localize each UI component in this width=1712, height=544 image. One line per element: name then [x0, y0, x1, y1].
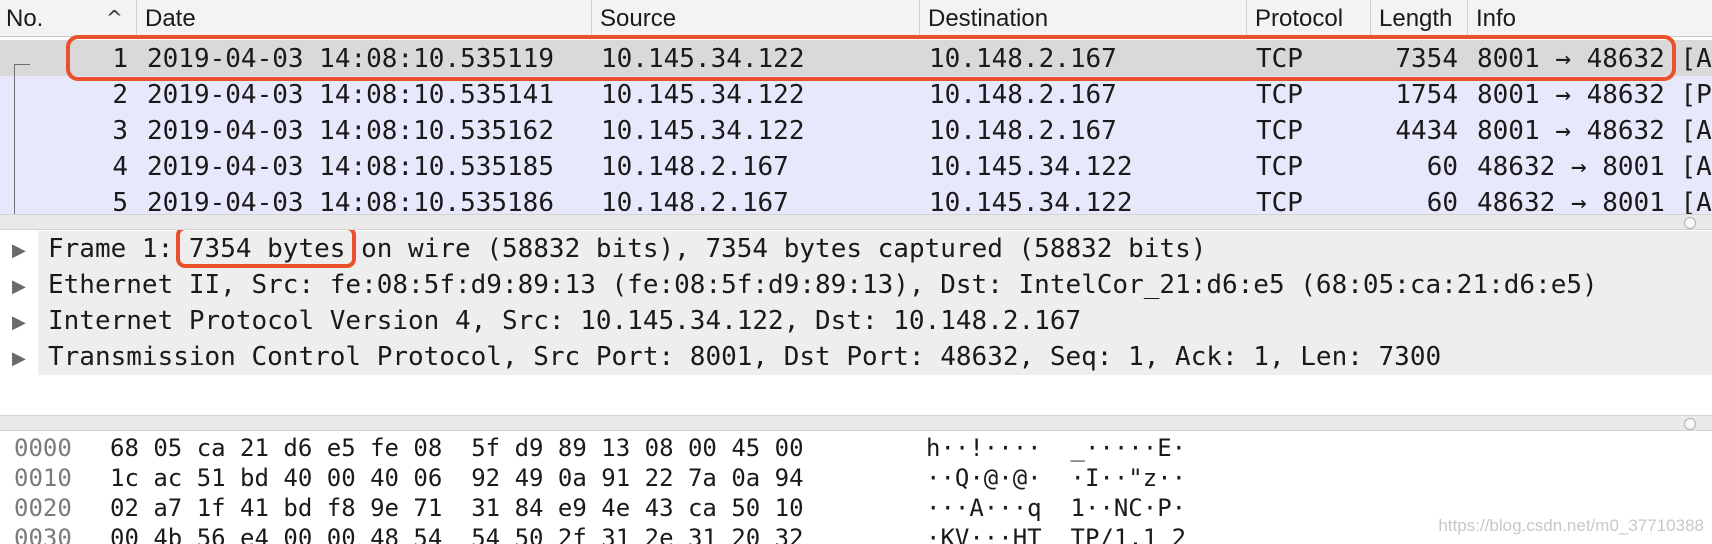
conversation-bracket-tick — [14, 64, 30, 65]
packet-details[interactable]: ▶ Frame 1: 7354 bytes on wire (58832 bit… — [0, 230, 1712, 415]
column-header-date[interactable]: Date — [136, 0, 591, 36]
packet-row[interactable]: 4 2019-04-03 14:08:10.535185 10.148.2.16… — [0, 148, 1712, 184]
packet-info: 8001 → 48632 [A — [1477, 116, 1712, 146]
packet-row[interactable]: 3 2019-04-03 14:08:10.535162 10.145.34.1… — [0, 112, 1712, 148]
hex-dump[interactable]: 0000 68 05 ca 21 d6 e5 fe 08 5f d9 89 13… — [0, 431, 1712, 544]
packet-destination: 10.148.2.167 — [929, 44, 1117, 74]
conversation-bracket-line — [14, 64, 15, 214]
hex-bytes: 1c ac 51 bd 40 00 40 06 92 49 0a 91 22 7… — [110, 464, 804, 492]
packet-date: 2019-04-03 14:08:10.535162 — [147, 116, 554, 146]
packet-info: 48632 → 8001 [A — [1477, 188, 1712, 214]
packet-length: 4434 — [1395, 116, 1458, 146]
packet-date: 2019-04-03 14:08:10.535141 — [147, 80, 554, 110]
frame-bytes: 7354 bytes — [188, 234, 346, 264]
packet-length: 60 — [1426, 152, 1458, 182]
pane-splitter[interactable] — [0, 214, 1712, 230]
hex-bytes: 00 4b 56 e4 00 00 48 54 54 50 2f 31 2e 3… — [110, 524, 804, 544]
chevron-up-icon[interactable]: ^ — [106, 6, 123, 30]
packet-row-selected[interactable]: 1 2019-04-03 14:08:10.535119 10.145.34.1… — [0, 40, 1712, 76]
packet-no: 2 — [112, 80, 128, 110]
packet-protocol: TCP — [1256, 116, 1303, 146]
packet-protocol: TCP — [1256, 44, 1303, 74]
packet-source: 10.145.34.122 — [601, 80, 805, 110]
packet-date: 2019-04-03 14:08:10.535185 — [147, 152, 554, 182]
expand-triangle-icon[interactable]: ▶ — [12, 348, 26, 369]
packet-protocol: TCP — [1256, 152, 1303, 182]
column-header-protocol[interactable]: Protocol — [1246, 0, 1370, 36]
packet-date: 2019-04-03 14:08:10.535119 — [147, 44, 554, 74]
pane-splitter[interactable] — [0, 415, 1712, 431]
hex-bytes: 68 05 ca 21 d6 e5 fe 08 5f d9 89 13 08 0… — [110, 434, 804, 462]
packet-row[interactable]: 2 2019-04-03 14:08:10.535141 10.145.34.1… — [0, 76, 1712, 112]
packet-date: 2019-04-03 14:08:10.535186 — [147, 188, 554, 214]
hex-ascii: ···A···q 1··NC·P· — [926, 494, 1187, 522]
expand-triangle-icon[interactable]: ▶ — [12, 276, 26, 297]
hex-ascii: h··!···· _·····E· — [926, 434, 1187, 462]
frame-prefix: Frame 1: — [48, 234, 189, 264]
packet-no: 1 — [112, 44, 128, 74]
column-header-source[interactable]: Source — [591, 0, 919, 36]
hex-offset: 0010 — [14, 464, 72, 492]
packet-info: 8001 → 48632 [A — [1477, 44, 1712, 74]
hex-offset: 0000 — [14, 434, 72, 462]
watermark: https://blog.csdn.net/m0_37710388 — [1438, 516, 1704, 535]
frame-suffix: on wire (58832 bits), 7354 bytes capture… — [345, 234, 1207, 264]
packet-source: 10.148.2.167 — [601, 152, 789, 182]
packet-row[interactable]: 5 2019-04-03 14:08:10.535186 10.148.2.16… — [0, 184, 1712, 214]
column-header-destination[interactable]: Destination — [919, 0, 1246, 36]
detail-row-tcp[interactable]: ▶ Transmission Control Protocol, Src Por… — [0, 339, 1712, 375]
packet-length: 7354 — [1395, 44, 1458, 74]
packet-destination: 10.148.2.167 — [929, 116, 1117, 146]
packet-source: 10.145.34.122 — [601, 44, 805, 74]
packet-no: 3 — [112, 116, 128, 146]
detail-row-ip[interactable]: ▶ Internet Protocol Version 4, Src: 10.1… — [0, 303, 1712, 339]
packet-source: 10.148.2.167 — [601, 188, 789, 214]
packet-length: 60 — [1426, 188, 1458, 214]
packet-destination: 10.145.34.122 — [929, 188, 1133, 214]
column-header-info[interactable]: Info — [1467, 0, 1712, 36]
packet-no: 5 — [112, 188, 128, 214]
packet-no: 4 — [112, 152, 128, 182]
packet-list[interactable]: No. ^ Date Source Destination Protocol L… — [0, 0, 1712, 214]
splitter-handle-icon[interactable] — [1684, 418, 1696, 430]
hex-row[interactable]: 0000 68 05 ca 21 d6 e5 fe 08 5f d9 89 13… — [0, 433, 1712, 463]
hex-ascii: ··Q·@·@· ·I··"z·· — [926, 464, 1187, 492]
hex-offset: 0030 — [14, 524, 72, 544]
splitter-handle-icon[interactable] — [1684, 217, 1696, 229]
packet-list-header: No. ^ Date Source Destination Protocol L… — [0, 0, 1712, 37]
packet-source: 10.145.34.122 — [601, 116, 805, 146]
expand-triangle-icon[interactable]: ▶ — [12, 240, 26, 261]
expand-triangle-icon[interactable]: ▶ — [12, 312, 26, 333]
column-header-length[interactable]: Length — [1370, 0, 1467, 36]
packet-protocol: TCP — [1256, 188, 1303, 214]
packet-length: 1754 — [1395, 80, 1458, 110]
hex-offset: 0020 — [14, 494, 72, 522]
packet-destination: 10.148.2.167 — [929, 80, 1117, 110]
packet-destination: 10.145.34.122 — [929, 152, 1133, 182]
packet-info: 8001 → 48632 [P — [1477, 80, 1712, 110]
hex-ascii: ·KV···HT TP/1.1 2 — [926, 524, 1187, 544]
hex-row[interactable]: 0010 1c ac 51 bd 40 00 40 06 92 49 0a 91… — [0, 463, 1712, 493]
packet-protocol: TCP — [1256, 80, 1303, 110]
detail-row-frame[interactable]: ▶ Frame 1: 7354 bytes on wire (58832 bit… — [0, 231, 1712, 267]
detail-row-ethernet[interactable]: ▶ Ethernet II, Src: fe:08:5f:d9:89:13 (f… — [0, 267, 1712, 303]
hex-bytes: 02 a7 1f 41 bd f8 9e 71 31 84 e9 4e 43 c… — [110, 494, 804, 522]
packet-info: 48632 → 8001 [A — [1477, 152, 1712, 182]
